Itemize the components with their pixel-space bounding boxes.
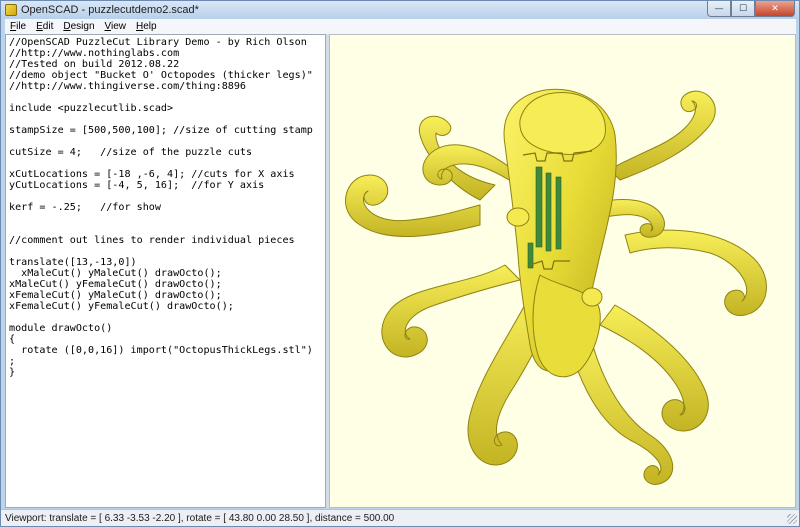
code-line[interactable] — [9, 246, 325, 257]
code-line[interactable]: xCutLocations = [-18 ,-6, 4]; //cuts for… — [9, 169, 325, 180]
code-line[interactable]: } — [9, 367, 325, 378]
code-line[interactable]: cutSize = 4; //size of the puzzle cuts — [9, 147, 325, 158]
3d-viewport[interactable] — [329, 34, 796, 508]
code-line[interactable]: xMaleCut() yFemaleCut() drawOcto(); — [9, 279, 325, 290]
code-line[interactable]: xMaleCut() yMaleCut() drawOcto(); — [9, 268, 325, 279]
code-line[interactable]: rotate ([0,0,16]) import("OctopusThickLe… — [9, 345, 325, 356]
resize-grip-icon[interactable] — [787, 514, 797, 524]
code-editor[interactable]: //OpenSCAD PuzzleCut Library Demo - by R… — [5, 34, 326, 508]
app-window: OpenSCAD - puzzlecutdemo2.scad* — ☐ ✕ Fi… — [0, 0, 800, 527]
menu-design-mnemonic: D — [63, 21, 71, 32]
octopus-model — [345, 88, 767, 485]
menu-file[interactable]: File — [5, 21, 31, 32]
menu-file-label: ile — [16, 21, 27, 32]
code-line[interactable] — [9, 213, 325, 224]
code-line[interactable]: //OpenSCAD PuzzleCut Library Demo - by R… — [9, 37, 325, 48]
puzzle-cut-face — [555, 176, 562, 250]
code-line[interactable] — [9, 224, 325, 235]
code-line[interactable]: //demo object "Bucket O' Octopodes (thic… — [9, 70, 325, 81]
code-line[interactable]: yCutLocations = [-4, 5, 16]; //for Y axi… — [9, 180, 325, 191]
code-line[interactable]: translate([13,-13,0]) — [9, 257, 325, 268]
code-line[interactable]: xFemaleCut() yMaleCut() drawOcto(); — [9, 290, 325, 301]
code-line[interactable]: //Tested on build 2012.08.22 — [9, 59, 325, 70]
tentacle-lower-left — [381, 264, 521, 358]
octopus-eye-right — [581, 287, 603, 307]
menu-edit-label: dit — [42, 21, 54, 32]
code-line[interactable] — [9, 158, 325, 169]
menu-design-label: esign — [70, 21, 95, 32]
minimize-button[interactable]: — — [707, 1, 731, 17]
code-line[interactable]: include <puzzlecutlib.scad> — [9, 103, 325, 114]
code-line[interactable]: ; — [9, 356, 325, 367]
openscad-app-icon — [5, 4, 17, 16]
menu-bar: File Edit Design View Help — [5, 19, 796, 34]
code-line[interactable]: //http://www.nothinglabs.com — [9, 48, 325, 59]
code-line[interactable] — [9, 312, 325, 323]
menu-edit-mnemonic: E — [36, 21, 43, 32]
viewport-status-text: Viewport: translate = [ 6.33 -3.53 -2.20… — [5, 512, 395, 524]
status-bar: Viewport: translate = [ 6.33 -3.53 -2.20… — [1, 509, 799, 526]
code-line[interactable] — [9, 191, 325, 202]
code-line[interactable] — [9, 114, 325, 125]
puzzle-cut-face — [545, 172, 552, 252]
code-line[interactable]: kerf = -.25; //for show — [9, 202, 325, 213]
puzzle-cut-face — [535, 166, 543, 248]
menu-help-label: elp — [143, 21, 157, 32]
title-bar[interactable]: OpenSCAD - puzzlecutdemo2.scad* — ☐ ✕ — [1, 1, 799, 19]
close-button[interactable]: ✕ — [755, 1, 795, 17]
code-line[interactable]: //http://www.thingiverse.com/thing:8896 — [9, 81, 325, 92]
tentacle-mid-right — [624, 229, 767, 316]
window-title: OpenSCAD - puzzlecutdemo2.scad* — [21, 4, 199, 16]
menu-design[interactable]: Design — [58, 21, 99, 32]
code-line[interactable]: xFemaleCut() yFemaleCut() drawOcto(); — [9, 301, 325, 312]
window-controls: — ☐ ✕ — [707, 1, 795, 18]
menu-view-label: iew — [111, 21, 127, 32]
menu-view[interactable]: View — [100, 21, 132, 32]
code-text[interactable]: //OpenSCAD PuzzleCut Library Demo - by R… — [6, 35, 325, 378]
maximize-button[interactable]: ☐ — [731, 1, 755, 17]
tentacle-upper-right — [609, 90, 716, 181]
code-line[interactable]: module drawOcto() — [9, 323, 325, 334]
menu-edit[interactable]: Edit — [31, 21, 58, 32]
code-line[interactable]: stampSize = [500,500,100]; //size of cut… — [9, 125, 325, 136]
code-line[interactable]: { — [9, 334, 325, 345]
menu-help[interactable]: Help — [131, 21, 162, 32]
code-line[interactable] — [9, 136, 325, 147]
code-line[interactable]: //comment out lines to render individual… — [9, 235, 325, 246]
octopus-eye-left — [506, 207, 530, 227]
code-line[interactable] — [9, 92, 325, 103]
